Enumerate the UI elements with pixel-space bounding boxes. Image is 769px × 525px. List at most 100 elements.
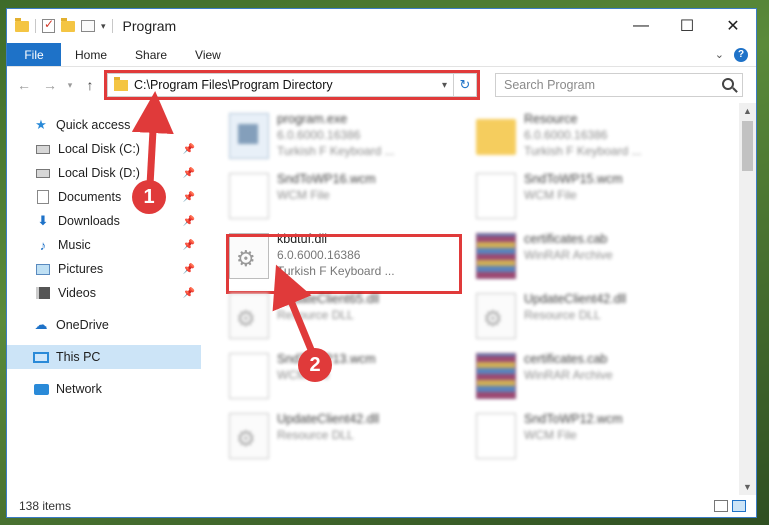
sidebar-item-documents[interactable]: Documents 📌 <box>7 185 201 209</box>
pin-icon[interactable]: 📌 <box>183 216 195 227</box>
file-item[interactable]: certificates.cab WinRAR Archive <box>476 231 706 289</box>
sidebar-item-music[interactable]: ♪ Music 📌 <box>7 233 201 257</box>
minimize-button[interactable]: — <box>618 9 664 43</box>
forward-button[interactable]: → <box>39 74 61 96</box>
customize-dropdown-icon[interactable]: ▾ <box>101 21 106 32</box>
tab-home[interactable]: Home <box>61 43 121 66</box>
computer-icon <box>33 349 49 365</box>
help-icon[interactable]: ? <box>734 47 748 62</box>
folder-icon <box>15 17 29 32</box>
recent-locations-icon[interactable]: ▾ <box>65 74 75 96</box>
star-icon: ★ <box>35 117 47 132</box>
file-type: Resource DLL <box>277 308 354 322</box>
up-button[interactable]: ↑ <box>79 74 101 96</box>
sidebar-item-local-disk-c[interactable]: Local Disk (C:) 📌 <box>7 137 201 161</box>
window-title: Program <box>122 18 177 34</box>
pin-icon[interactable]: 📌 <box>183 264 195 275</box>
vertical-scrollbar[interactable]: ▲ ▼ <box>739 103 756 495</box>
exe-icon <box>229 113 269 159</box>
file-type: WCM File <box>277 188 330 202</box>
file-item[interactable]: SndToWP16.wcm WCM File <box>229 171 459 229</box>
sidebar-item-videos[interactable]: Videos 📌 <box>7 281 201 305</box>
navigation-bar: ← → ▾ ↑ C:\Program Files\Program Directo… <box>7 67 756 103</box>
videos-icon <box>35 285 51 301</box>
new-folder-icon[interactable] <box>61 17 75 32</box>
item-count: 138 items <box>19 499 72 513</box>
pin-icon[interactable]: 📌 <box>183 192 195 203</box>
navigation-pane: ★ Quick access Local Disk (C:) 📌 Local D… <box>7 103 201 495</box>
file-type: WCM File <box>524 428 577 442</box>
file-type: WCM File <box>524 188 577 202</box>
sidebar-item-label: Quick access <box>56 118 131 132</box>
properties-icon[interactable] <box>81 20 95 32</box>
expand-ribbon-icon[interactable]: ⌄ <box>715 48 724 61</box>
step-marker-two: 2 <box>298 348 332 382</box>
sidebar-item-local-disk-d[interactable]: Local Disk (D:) 📌 <box>7 161 201 185</box>
file-item[interactable]: UpdateClient42.dll Resource DLL <box>476 291 706 349</box>
sidebar-item-label: Local Disk (C:) <box>58 142 140 156</box>
sidebar-item-label: OneDrive <box>56 318 109 332</box>
file-name: UpdateClient65.dll <box>277 292 380 306</box>
sidebar-item-onedrive[interactable]: ☁ OneDrive <box>7 313 201 337</box>
search-input[interactable] <box>504 78 704 92</box>
file-item[interactable]: Resource 6.0.6000.16386 Turkish F Keyboa… <box>476 111 706 169</box>
address-bar[interactable]: C:\Program Files\Program Directory ▾ ↻ <box>104 70 480 100</box>
sidebar-item-label: Pictures <box>58 262 104 276</box>
file-name: UpdateClient42.dll <box>524 292 627 306</box>
search-box[interactable] <box>495 73 743 97</box>
winrar-icon <box>476 233 516 279</box>
sidebar-item-downloads[interactable]: ⬇ Downloads 📌 <box>7 209 201 233</box>
file-name: SndToWP15.wcm <box>524 172 623 186</box>
status-bar: 138 items <box>7 495 756 517</box>
sidebar-item-network[interactable]: Network <box>7 377 201 401</box>
scrollbar-thumb[interactable] <box>742 121 753 171</box>
sidebar-item-quick-access[interactable]: ★ Quick access <box>7 113 201 137</box>
tab-file[interactable]: File <box>7 43 61 66</box>
pin-icon[interactable]: 📌 <box>183 144 195 155</box>
folder-icon <box>114 76 128 91</box>
winrar-icon <box>476 353 516 399</box>
sidebar-item-this-pc[interactable]: This PC <box>7 345 201 369</box>
maximize-button[interactable]: ☐ <box>664 9 710 43</box>
close-button[interactable]: ✕ <box>710 9 756 43</box>
sidebar-item-label: This PC <box>56 350 101 364</box>
file-item[interactable]: SndToWP12.wcm WCM File <box>476 411 706 469</box>
file-name: certificates.cab <box>524 232 608 246</box>
title-bar: ▾ Program — ☐ ✕ <box>7 9 756 43</box>
file-item[interactable]: UpdateClient42.dll Resource DLL <box>229 411 459 469</box>
sidebar-item-label: Local Disk (D:) <box>58 166 140 180</box>
scroll-up-icon[interactable]: ▲ <box>739 103 756 119</box>
file-name: certificates.cab <box>524 352 608 366</box>
pin-icon[interactable]: 📌 <box>183 288 195 299</box>
sidebar-item-label: Downloads <box>58 214 120 228</box>
back-button[interactable]: ← <box>13 74 35 96</box>
tab-share[interactable]: Share <box>121 43 181 66</box>
drive-icon <box>35 141 51 157</box>
scroll-down-icon[interactable]: ▼ <box>739 479 756 495</box>
document-icon <box>476 413 516 459</box>
address-path[interactable]: C:\Program Files\Program Directory <box>134 78 333 92</box>
file-name: UpdateClient42.dll <box>277 412 380 426</box>
pin-icon[interactable]: 📌 <box>183 168 195 179</box>
file-list: program.exe 6.0.6000.16386 Turkish F Key… <box>201 103 756 495</box>
file-item[interactable]: certificates.cab WinRAR Archive <box>476 351 706 409</box>
search-icon[interactable] <box>722 78 734 90</box>
details-view-icon[interactable] <box>714 500 728 512</box>
file-item[interactable]: SndToWP13.wcm WCM File <box>229 351 459 409</box>
document-icon <box>229 173 269 219</box>
sidebar-item-label: Network <box>56 382 102 396</box>
large-icons-view-icon[interactable] <box>732 500 746 512</box>
folder-icon <box>476 119 516 155</box>
ribbon-tabs: File Home Share View ⌄ ? <box>7 43 756 67</box>
refresh-icon[interactable]: ↻ <box>454 74 476 96</box>
sidebar-item-pictures[interactable]: Pictures 📌 <box>7 257 201 281</box>
file-item[interactable]: UpdateClient65.dll Resource DLL <box>229 291 459 349</box>
music-icon: ♪ <box>39 237 47 253</box>
pictures-icon <box>35 261 51 277</box>
address-dropdown-icon[interactable]: ▾ <box>436 74 454 96</box>
file-item[interactable]: program.exe 6.0.6000.16386 Turkish F Key… <box>229 111 459 169</box>
file-item[interactable]: SndToWP15.wcm WCM File <box>476 171 706 229</box>
tab-view[interactable]: View <box>181 43 235 66</box>
pin-icon[interactable]: 📌 <box>183 240 195 251</box>
properties-check-icon[interactable] <box>42 17 55 33</box>
